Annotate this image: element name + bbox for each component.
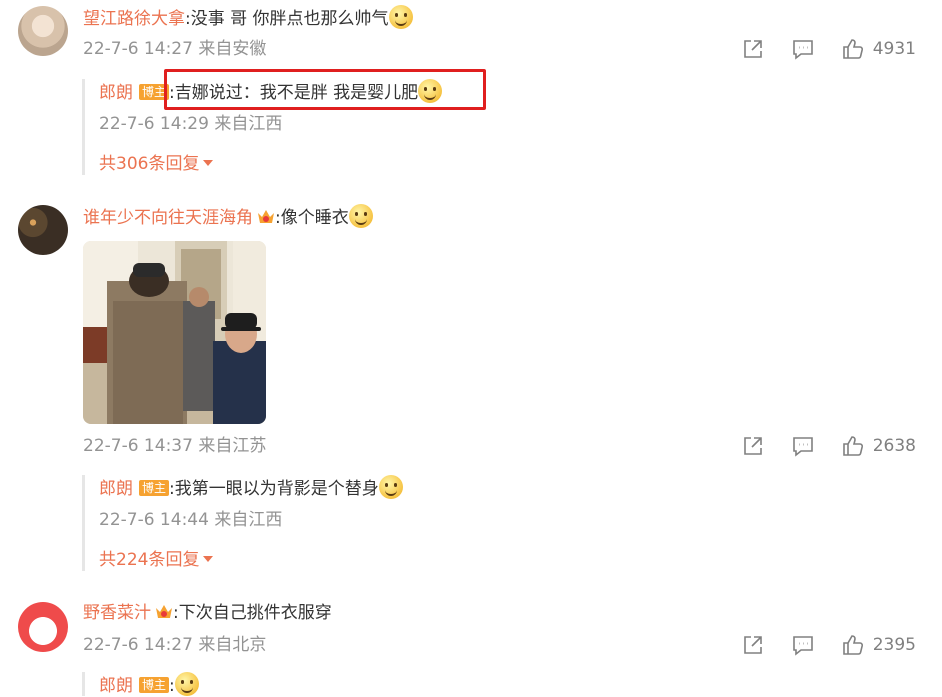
thinking-emoji-icon (174, 672, 199, 696)
thumbs-up-icon (842, 436, 863, 456)
comment-text: :下次自己挑件衣服穿 (173, 603, 332, 623)
blogger-badge: 博主 (139, 677, 170, 693)
share-button[interactable] (741, 633, 765, 657)
reply-date: 22-7-6 14:44 (99, 510, 209, 530)
reply-line: 郎朗 博主: (99, 672, 199, 696)
comment-icon (792, 636, 813, 656)
blogger-badge: 博主 (139, 84, 170, 100)
thumbs-up-icon (842, 39, 863, 59)
reply-line: 郎朗 博主:我第一眼以为背影是个替身 (99, 475, 403, 499)
more-replies-link[interactable]: 共224条回复 (99, 549, 403, 571)
like-count: 4931 (872, 39, 916, 59)
reply-meta: 22-7-6 14:44 来自江西 (99, 509, 403, 531)
comment-button[interactable] (791, 633, 815, 657)
reply-text: :吉娜说过：我不是胖 我是婴儿肥 (169, 83, 419, 103)
reply-username-link[interactable]: 郎朗 (99, 83, 133, 103)
comment-button[interactable] (791, 37, 815, 61)
comment-line: 野香菜汁 :下次自己挑件衣服穿 (83, 601, 332, 625)
reply-block: 郎朗 博主:吉娜说过：我不是胖 我是婴儿肥 22-7-6 14:29 来自江西 共… (82, 79, 443, 175)
comment-text: :像个睡衣 (275, 208, 349, 228)
like-button[interactable]: 2638 (841, 434, 916, 458)
reply-line: 郎朗 博主:吉娜说过：我不是胖 我是婴儿肥 (99, 79, 443, 103)
comment-meta: 22-7-6 14:37 来自江苏 (83, 435, 266, 457)
comment-actions: 2395 (715, 633, 916, 657)
comment-icon (792, 40, 813, 60)
comment-meta: 22-7-6 14:27 来自北京 (83, 634, 266, 656)
comment-photo[interactable] (83, 241, 266, 424)
reply-date: 22-7-6 14:29 (99, 114, 209, 134)
more-replies-label: 共224条回复 (99, 550, 200, 570)
reply-username-link[interactable]: 郎朗 (99, 479, 133, 499)
avatar[interactable] (18, 6, 68, 56)
share-button[interactable] (741, 434, 765, 458)
comment-actions: 2638 (715, 434, 916, 458)
crown-badge-icon (258, 210, 274, 223)
dog-emoji-icon (348, 204, 373, 228)
comment-line: 谁年少不向往天涯海角 :像个睡衣 (83, 204, 373, 228)
comment-location: 来自江苏 (198, 436, 267, 456)
comment-meta: 22-7-6 14:27 来自安徽 (83, 38, 266, 60)
reply-username-link[interactable]: 郎朗 (99, 676, 133, 696)
reply-text: : (169, 676, 175, 696)
caret-down-icon (203, 160, 214, 166)
comment-line: 望江路徐大拿:没事 哥 你胖点也那么帅气 (83, 5, 413, 29)
comment-text: :没事 哥 你胖点也那么帅气 (185, 9, 389, 29)
comment-actions: 4931 (715, 37, 916, 61)
reply-location: 来自江西 (214, 510, 283, 530)
comment-location: 来自安徽 (198, 39, 267, 59)
share-icon (743, 40, 762, 58)
username-link[interactable]: 谁年少不向往天涯海角 (83, 208, 253, 228)
comment-date: 22-7-6 14:37 (83, 436, 193, 456)
more-replies-link[interactable]: 共306条回复 (99, 153, 442, 175)
reply-location: 来自江西 (214, 114, 283, 134)
like-button[interactable]: 2395 (841, 633, 916, 657)
comment-date: 22-7-6 14:27 (83, 635, 193, 655)
username-link[interactable]: 野香菜汁 (83, 603, 151, 623)
reply-block: 郎朗 博主: (82, 672, 199, 696)
avatar[interactable] (18, 602, 68, 652)
caret-down-icon (203, 556, 214, 562)
crown-badge-icon (156, 605, 172, 618)
avatar[interactable] (18, 205, 68, 255)
reply-block: 郎朗 博主:我第一眼以为背影是个替身 22-7-6 14:44 来自江西 共224… (82, 475, 403, 571)
comment-button[interactable] (791, 434, 815, 458)
thumbs-up-icon (842, 635, 863, 655)
share-icon (743, 636, 762, 654)
like-count: 2395 (872, 635, 916, 655)
glasses-emoji-icon (418, 79, 443, 103)
comment-date: 22-7-6 14:27 (83, 39, 193, 59)
photo-image (83, 241, 266, 424)
like-count: 2638 (872, 436, 916, 456)
blogger-badge: 博主 (139, 480, 170, 496)
comment-location: 来自北京 (198, 635, 267, 655)
grin-emoji-icon (388, 5, 413, 29)
like-button[interactable]: 4931 (841, 37, 916, 61)
share-icon (743, 437, 762, 455)
comment-icon (792, 437, 813, 457)
reply-text: :我第一眼以为背影是个替身 (169, 479, 379, 499)
more-replies-label: 共306条回复 (99, 154, 200, 174)
share-button[interactable] (741, 37, 765, 61)
thinking-emoji-icon (378, 475, 403, 499)
reply-meta: 22-7-6 14:29 来自江西 (99, 113, 442, 135)
username-link[interactable]: 望江路徐大拿 (83, 9, 185, 29)
